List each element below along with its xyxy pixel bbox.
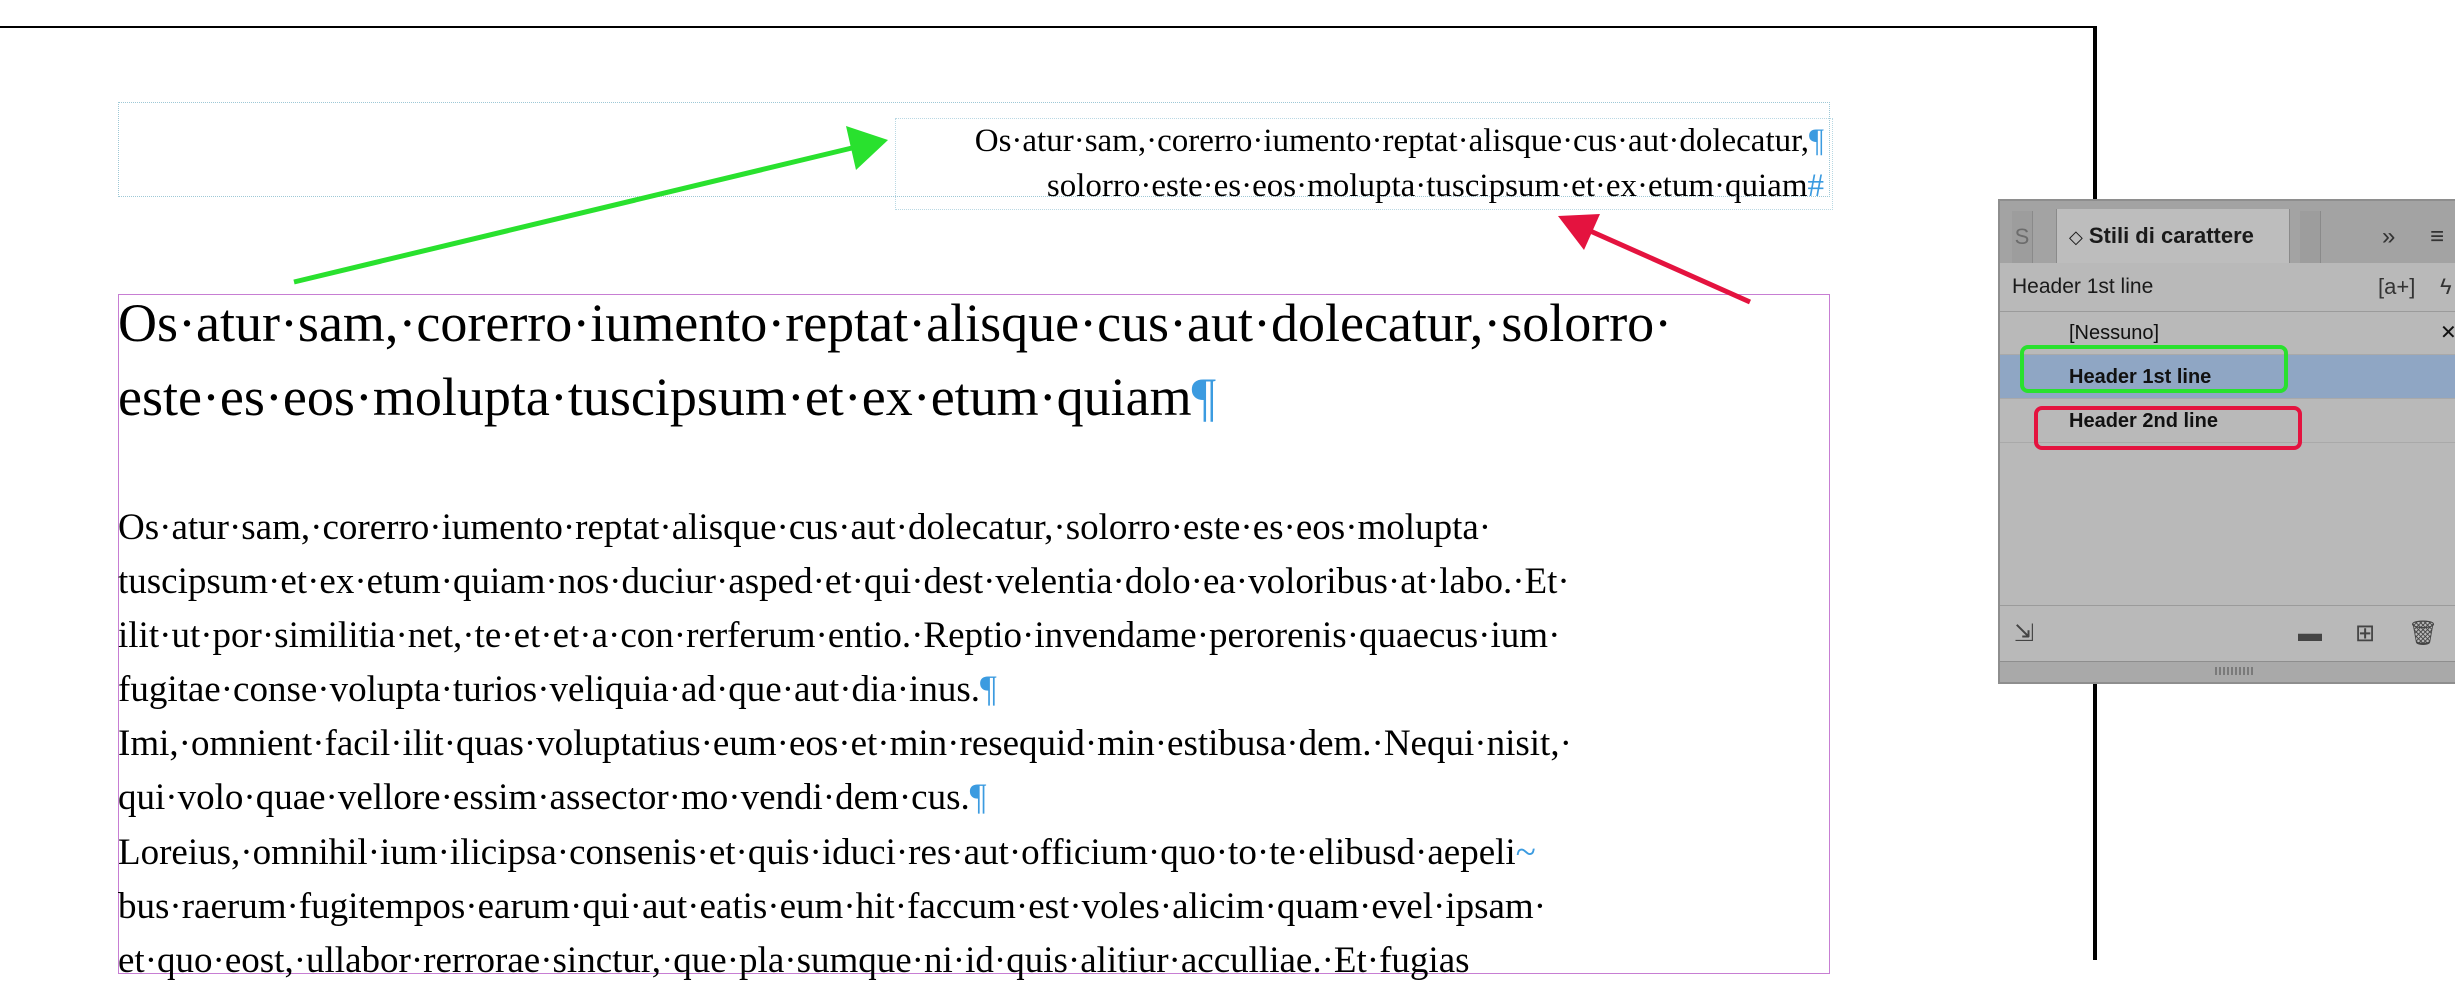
panel-resize-grip[interactable] [2000, 661, 2455, 682]
panel-footer: ⇲ ▬ ⊞ 🗑 [2000, 605, 2455, 662]
lightning-icon[interactable]: ϟ [2440, 263, 2452, 311]
header-line-2: solorro·este·es·eos·molupta·tuscipsum·et… [1046, 168, 1824, 204]
body-paragraph-3[interactable]: Loreius,·omnihil·ium·ilicipsa·consenis·e… [118, 826, 1828, 988]
page-top-edge [0, 26, 2095, 28]
heading-paragraph[interactable]: Os·atur·sam,·corerro·iumento·reptat·alis… [118, 286, 1838, 434]
panel-tab-bar: S ◇ Stili di carattere » ≡ [2000, 201, 2455, 264]
body-paragraph-1[interactable]: Os·atur·sam,·corerro·iumento·reptat·alis… [118, 501, 1828, 717]
quick-apply-icon[interactable]: [a+] [2378, 263, 2415, 311]
load-styles-icon[interactable]: ⇲ [2014, 606, 2034, 662]
panel-menu-icon[interactable]: ≡ [2430, 211, 2444, 263]
new-style-icon[interactable]: ⊞ [2355, 606, 2375, 662]
green-highlight-box [2020, 345, 2288, 393]
header-line-1: Os·atur·sam,·corerro·iumento·reptat·alis… [974, 123, 1824, 159]
tab-stub-left[interactable]: S [2012, 211, 2033, 263]
current-style-bar: Header 1st line [a+] ϟ [2000, 263, 2455, 312]
no-override-icon: ✕ [2440, 322, 2455, 344]
running-header-text[interactable]: Os·atur·sam,·corerro·iumento·reptat·alis… [895, 118, 1833, 210]
red-highlight-box [2034, 406, 2302, 450]
delete-style-icon[interactable]: 🗑 [2408, 606, 2438, 662]
tab-character-styles[interactable]: ◇ Stili di carattere [2056, 209, 2290, 263]
tab-chevron-icon: ◇ [2069, 227, 2083, 247]
new-folder-icon[interactable]: ▬ [2298, 606, 2322, 662]
tab-title: Stili di carattere [2088, 223, 2254, 248]
current-style-label: Header 1st line [2012, 275, 2154, 298]
tab-stub-right[interactable] [2300, 211, 2321, 263]
more-tabs-icon[interactable]: » [2382, 211, 2395, 263]
body-paragraph-2[interactable]: Imi,·omnient·facil·ilit·quas·voluptatius… [118, 717, 1828, 825]
